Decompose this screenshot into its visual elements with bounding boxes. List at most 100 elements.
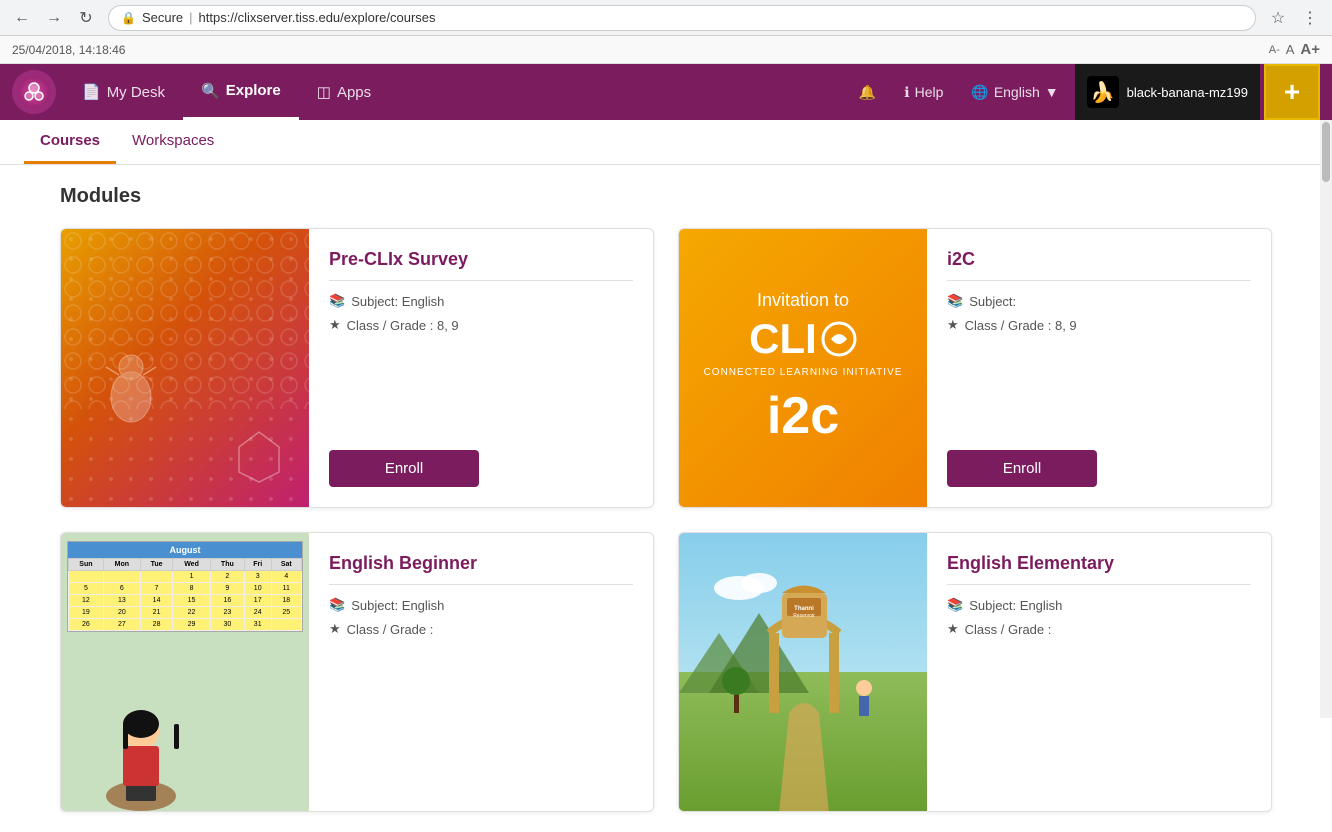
address-bar[interactable]: 🔒 Secure | https://clixserver.tiss.edu/e… bbox=[108, 5, 1256, 31]
thumb-cli-text: CLI bbox=[749, 315, 857, 363]
course-info-i2c: i2C 📚 Subject: ★ Class / Grade : 8, 9 En… bbox=[927, 229, 1271, 507]
course-meta-subject-pre-clix: 📚 Subject: English bbox=[329, 293, 633, 309]
username-label: black-banana-mz199 bbox=[1127, 85, 1248, 100]
calendar-month: August bbox=[68, 542, 302, 558]
grade-icon: ★ bbox=[329, 317, 341, 333]
logo-inner bbox=[18, 76, 50, 108]
course-info-english-beginner: English Beginner 📚 Subject: English ★ Cl… bbox=[309, 533, 653, 811]
course-subject-pre-clix: Subject: English bbox=[351, 294, 444, 309]
bell-icon: 🔔 bbox=[859, 84, 876, 101]
course-card-english-beginner: August Sun Mon Tue Wed Thu Fri Sat bbox=[60, 532, 654, 812]
nav-right: 🔔 ℹ Help 🌐 English ▼ 🍌 black-banana-mz19… bbox=[847, 64, 1320, 120]
globe-icon: 🌐 bbox=[971, 84, 988, 101]
thumb-i2c-visual: Invitation to CLI CONNECTED LEARNING INI… bbox=[679, 229, 927, 507]
chevron-down-icon: ▼ bbox=[1045, 84, 1059, 100]
thumb-subtitle: CONNECTED LEARNING INITIATIVE bbox=[704, 367, 903, 378]
course-meta-subject-english-elementary: 📚 Subject: English bbox=[947, 597, 1251, 613]
grade-icon-english-elementary: ★ bbox=[947, 621, 959, 637]
logo-button[interactable] bbox=[12, 70, 56, 114]
course-meta-grade-english-beginner: ★ Class / Grade : bbox=[329, 621, 633, 637]
desk-icon: 📄 bbox=[82, 83, 101, 101]
user-button[interactable]: 🍌 black-banana-mz199 bbox=[1075, 64, 1260, 120]
font-controls: A- A A+ bbox=[1269, 41, 1320, 58]
course-info-pre-clix: Pre-CLIx Survey 📚 Subject: English ★ Cla… bbox=[309, 229, 653, 507]
course-meta-subject-i2c: 📚 Subject: bbox=[947, 293, 1251, 309]
courses-grid: Pre-CLIx Survey 📚 Subject: English ★ Cla… bbox=[60, 228, 1272, 812]
book-icon: 📚 bbox=[329, 293, 345, 309]
url-text: https://clixserver.tiss.edu/explore/cour… bbox=[199, 10, 436, 25]
language-label: English bbox=[994, 84, 1040, 100]
browser-nav-buttons: ← → ↻ bbox=[8, 4, 100, 32]
explore-icon: 🔍 bbox=[201, 82, 220, 100]
secure-icon: 🔒 bbox=[121, 11, 136, 25]
font-increase[interactable]: A+ bbox=[1300, 41, 1320, 58]
course-title-english-beginner: English Beginner bbox=[329, 553, 633, 585]
font-normal[interactable]: A bbox=[1286, 42, 1295, 57]
nav-my-desk[interactable]: 📄 My Desk bbox=[64, 64, 183, 120]
course-title-pre-clix: Pre-CLIx Survey bbox=[329, 249, 633, 281]
course-thumbnail-english-beginner: August Sun Mon Tue Wed Thu Fri Sat bbox=[61, 533, 309, 811]
user-avatar: 🍌 bbox=[1087, 76, 1119, 108]
sub-navigation: Courses Workspaces bbox=[0, 120, 1332, 165]
thumb-invite-text: Invitation to bbox=[757, 290, 849, 311]
datetime-value: 25/04/2018, 14:18:46 bbox=[12, 43, 125, 57]
thumb-calendar-visual: August Sun Mon Tue Wed Thu Fri Sat bbox=[61, 533, 309, 811]
back-button[interactable]: ← bbox=[8, 4, 36, 32]
help-label: Help bbox=[915, 84, 944, 100]
plus-icon: + bbox=[1284, 76, 1300, 108]
url-separator: | bbox=[189, 10, 192, 25]
thumb-pre-clix-visual bbox=[61, 229, 309, 507]
language-button[interactable]: 🌐 English ▼ bbox=[959, 64, 1070, 120]
course-grade-i2c: Class / Grade : 8, 9 bbox=[965, 318, 1077, 333]
modules-title: Modules bbox=[60, 185, 1272, 208]
course-info-english-elementary: English Elementary 📚 Subject: English ★ … bbox=[927, 533, 1271, 811]
book-icon-english-beginner: 📚 bbox=[329, 597, 345, 613]
book-icon-i2c: 📚 bbox=[947, 293, 963, 309]
nav-apps-label: Apps bbox=[337, 84, 371, 101]
add-button[interactable]: + bbox=[1264, 64, 1320, 120]
help-button[interactable]: ℹ Help bbox=[892, 64, 955, 120]
secure-label: Secure bbox=[142, 10, 183, 25]
course-grade-pre-clix: Class / Grade : 8, 9 bbox=[347, 318, 459, 333]
menu-button[interactable]: ⋮ bbox=[1296, 4, 1324, 32]
thumb-i2c-big: i2c bbox=[767, 386, 839, 446]
forward-button[interactable]: → bbox=[40, 4, 68, 32]
scrollbar-thumb[interactable] bbox=[1322, 122, 1330, 182]
course-meta-grade-english-elementary: ★ Class / Grade : bbox=[947, 621, 1251, 637]
thumb-village-visual: Thanni Reservoir bbox=[679, 533, 927, 811]
scrollbar[interactable] bbox=[1320, 120, 1332, 718]
course-thumbnail-english-elementary: Thanni Reservoir bbox=[679, 533, 927, 811]
nav-my-desk-label: My Desk bbox=[107, 84, 165, 101]
nav-explore-label: Explore bbox=[226, 82, 281, 99]
course-title-i2c: i2C bbox=[947, 249, 1251, 281]
tab-courses[interactable]: Courses bbox=[24, 120, 116, 164]
browser-actions: ☆ ⋮ bbox=[1264, 4, 1324, 32]
grade-icon-english-beginner: ★ bbox=[329, 621, 341, 637]
enroll-button-i2c[interactable]: Enroll bbox=[947, 450, 1097, 487]
nav-explore[interactable]: 🔍 Explore bbox=[183, 64, 299, 120]
browser-bar: ← → ↻ 🔒 Secure | https://clixserver.tiss… bbox=[0, 0, 1332, 36]
nav-apps[interactable]: ◫ Apps bbox=[299, 64, 389, 120]
course-subject-english-elementary: Subject: English bbox=[969, 598, 1062, 613]
course-meta-grade-i2c: ★ Class / Grade : 8, 9 bbox=[947, 317, 1251, 333]
notifications-button[interactable]: 🔔 bbox=[847, 64, 888, 120]
svg-text:Thanni: Thanni bbox=[794, 606, 814, 612]
book-icon-english-elementary: 📚 bbox=[947, 597, 963, 613]
course-subject-english-beginner: Subject: English bbox=[351, 598, 444, 613]
course-meta-grade-pre-clix: ★ Class / Grade : 8, 9 bbox=[329, 317, 633, 333]
bookmark-button[interactable]: ☆ bbox=[1264, 4, 1292, 32]
main-content: Modules bbox=[0, 165, 1332, 832]
font-decrease[interactable]: A- bbox=[1269, 44, 1280, 56]
tab-workspaces[interactable]: Workspaces bbox=[116, 120, 230, 164]
enroll-button-pre-clix[interactable]: Enroll bbox=[329, 450, 479, 487]
course-card-pre-clix: Pre-CLIx Survey 📚 Subject: English ★ Cla… bbox=[60, 228, 654, 508]
cli-logo-icon bbox=[821, 321, 857, 357]
course-card-i2c: Invitation to CLI CONNECTED LEARNING INI… bbox=[678, 228, 1272, 508]
course-grade-english-beginner: Class / Grade : bbox=[347, 622, 434, 637]
village-svg: Thanni Reservoir bbox=[679, 533, 927, 811]
course-meta-subject-english-beginner: 📚 Subject: English bbox=[329, 597, 633, 613]
info-icon: ℹ bbox=[904, 84, 909, 101]
reload-button[interactable]: ↻ bbox=[72, 4, 100, 32]
course-thumbnail-pre-clix bbox=[61, 229, 309, 507]
datetime-bar: 25/04/2018, 14:18:46 A- A A+ bbox=[0, 36, 1332, 64]
